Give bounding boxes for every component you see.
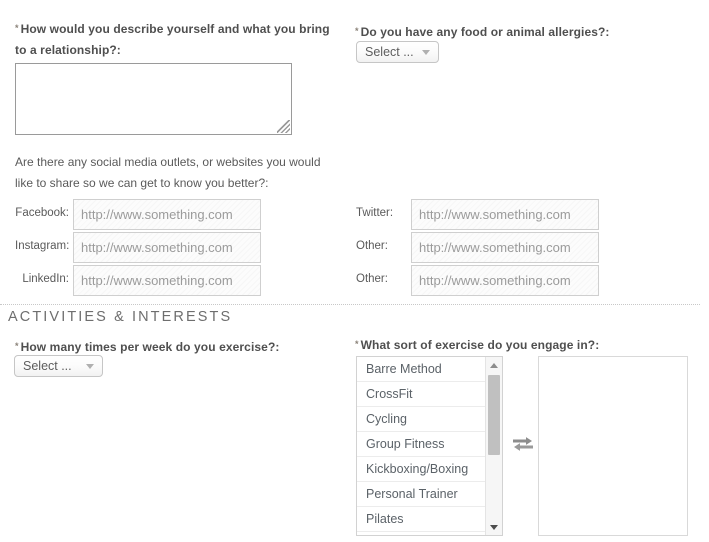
allergies-question-label: * Do you have any food or animal allergie… <box>355 21 675 43</box>
activities-section-title: ACTIVITIES & INTERESTS <box>8 309 233 325</box>
linkedin-label: LinkedIn: <box>22 273 69 285</box>
facebook-label: Facebook: <box>15 207 69 219</box>
list-item[interactable]: Cycling <box>357 407 485 432</box>
required-marker-icon: * <box>355 26 359 36</box>
allergies-select-value: Select ... <box>365 45 414 59</box>
exercise-question-text: What sort of exercise do you engage in?: <box>360 338 600 352</box>
exercise-available-listbox[interactable]: Barre Method CrossFit Cycling Group Fitn… <box>356 356 503 536</box>
allergies-question-text: Do you have any food or animal allergies… <box>360 25 610 39</box>
other-2-input[interactable]: http://www.something.com <box>411 265 599 296</box>
twitter-input-placeholder: http://www.something.com <box>419 207 571 222</box>
chevron-down-icon <box>422 49 430 55</box>
other-2-label: Other: <box>356 273 388 285</box>
list-item[interactable]: Group Fitness <box>357 432 485 457</box>
left-right-arrows-icon[interactable] <box>510 432 536 454</box>
frequency-select-value: Select ... <box>23 359 72 373</box>
other-2-input-placeholder: http://www.something.com <box>419 273 571 288</box>
social-media-intro-label: Are there any social media outlets, or w… <box>15 155 321 190</box>
other-1-input[interactable]: http://www.something.com <box>411 232 599 263</box>
list-item[interactable]: Barre Method <box>357 357 485 382</box>
list-item[interactable]: Kickboxing/Boxing <box>357 457 485 482</box>
required-marker-icon: * <box>355 339 359 349</box>
exercise-question-label: * What sort of exercise do you engage in?… <box>355 334 685 356</box>
twitter-input[interactable]: http://www.something.com <box>411 199 599 230</box>
section-divider <box>0 304 700 305</box>
describe-question-label: * How would you describe yourself and wha… <box>15 18 340 61</box>
describe-textarea-value <box>16 64 291 72</box>
frequency-question-text: How many times per week do you exercise?… <box>20 340 280 354</box>
required-marker-icon: * <box>15 341 19 351</box>
facebook-input[interactable]: http://www.something.com <box>73 199 261 230</box>
triangle-up-icon <box>490 362 498 368</box>
list-item[interactable]: Pilates <box>357 507 485 532</box>
describe-textarea[interactable] <box>15 63 292 135</box>
other-1-input-placeholder: http://www.something.com <box>419 240 571 255</box>
instagram-input-placeholder: http://www.something.com <box>81 240 233 255</box>
scroll-up-button[interactable] <box>486 357 502 373</box>
required-marker-icon: * <box>15 23 19 33</box>
allergies-select[interactable]: Select ... <box>356 41 439 63</box>
scroll-down-button[interactable] <box>486 519 502 535</box>
list-item[interactable]: Personal Trainer <box>357 482 485 507</box>
facebook-input-placeholder: http://www.something.com <box>81 207 233 222</box>
exercise-option-list: Barre Method CrossFit Cycling Group Fitn… <box>357 357 485 535</box>
chevron-down-icon <box>86 363 94 369</box>
resize-handle-icon[interactable] <box>277 120 290 133</box>
instagram-label: Instagram: <box>15 240 70 252</box>
instagram-input[interactable]: http://www.something.com <box>73 232 261 263</box>
describe-question-text: How would you describe yourself and what… <box>15 22 330 57</box>
exercise-selected-listbox[interactable] <box>538 356 688 536</box>
frequency-select[interactable]: Select ... <box>14 355 103 377</box>
linkedin-input-placeholder: http://www.something.com <box>81 273 233 288</box>
exercise-list-scrollbar[interactable] <box>485 357 502 535</box>
list-item[interactable]: CrossFit <box>357 382 485 407</box>
form-page: * How would you describe yourself and wha… <box>0 0 709 542</box>
scrollbar-thumb[interactable] <box>488 375 500 455</box>
linkedin-input[interactable]: http://www.something.com <box>73 265 261 296</box>
other-1-label: Other: <box>356 240 388 252</box>
triangle-down-icon <box>490 524 498 530</box>
twitter-label: Twitter: <box>356 207 394 219</box>
